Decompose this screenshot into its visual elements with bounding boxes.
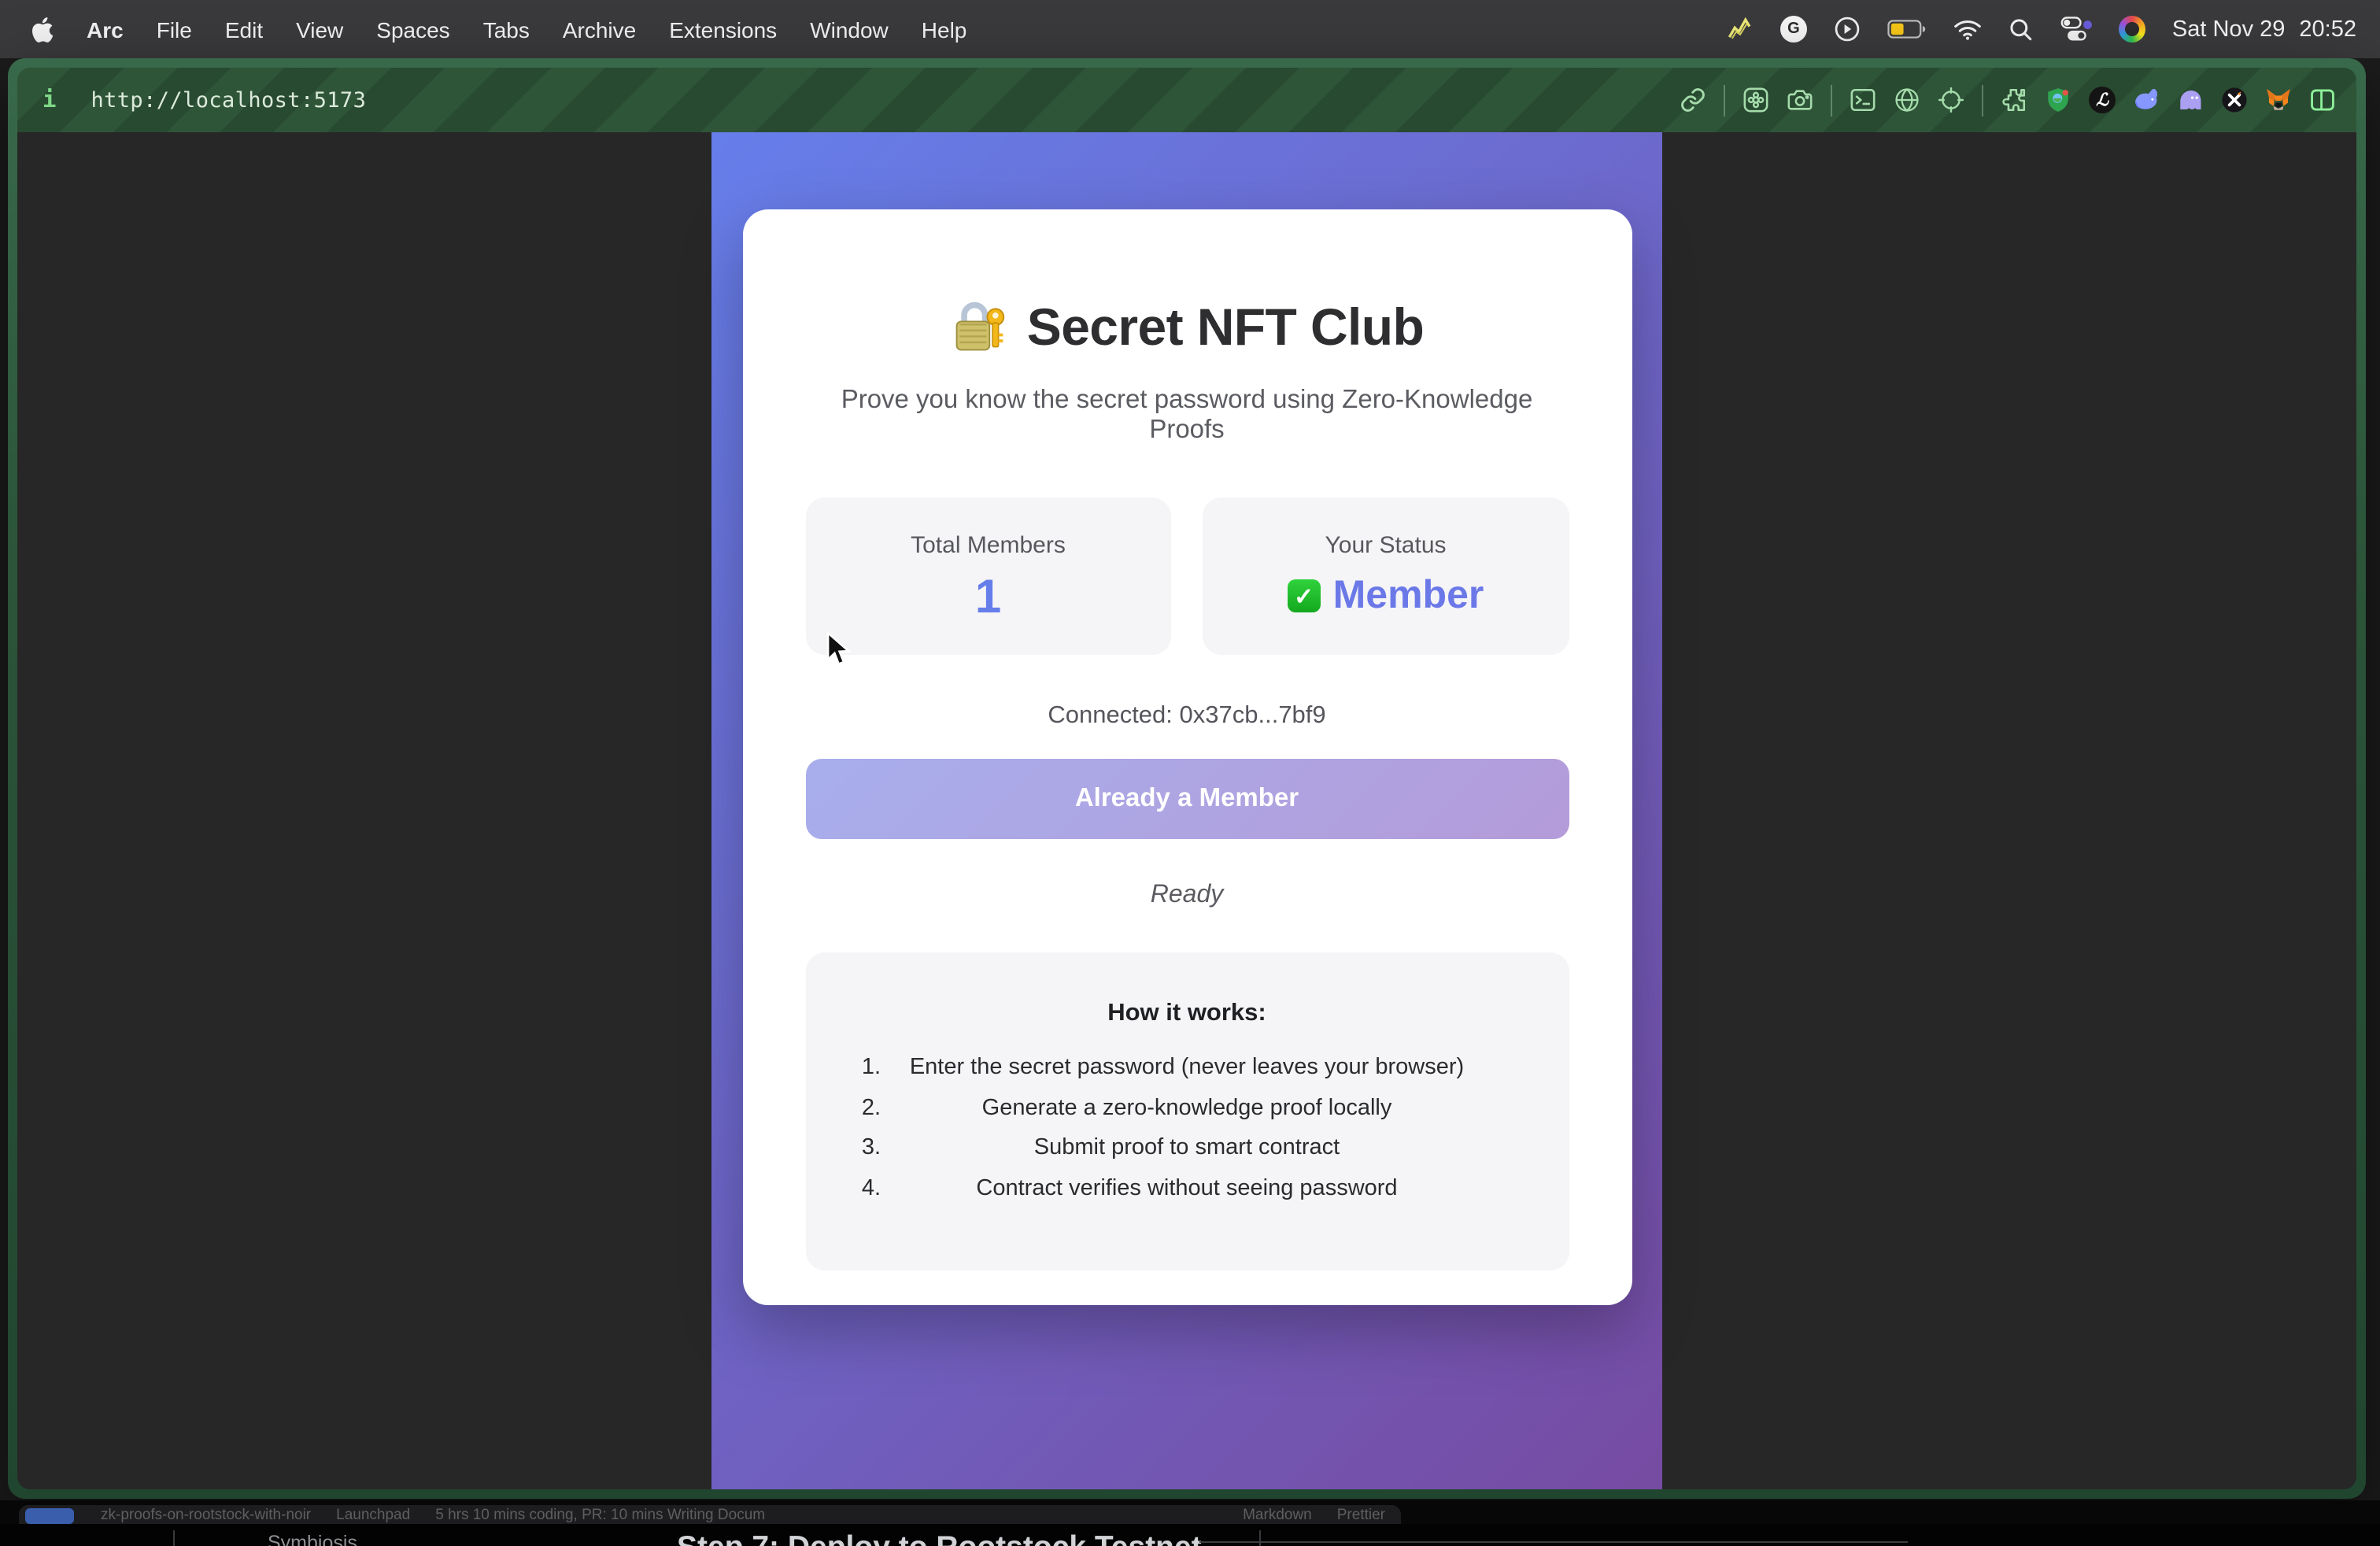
your-status-card: Your Status ✓ Member bbox=[1203, 497, 1569, 655]
menu-bar: Arc File Edit View Spaces Tabs Archive E… bbox=[0, 0, 2380, 58]
editor-titlebar: zk-proofs-on-rootstock-with-noir Launchp… bbox=[19, 1505, 1401, 1524]
address-bar-url[interactable]: http://localhost:5173 bbox=[91, 87, 366, 113]
color-ring-icon[interactable] bbox=[2119, 16, 2145, 43]
menu-item-archive[interactable]: Archive bbox=[563, 17, 636, 42]
menu-item-help[interactable]: Help bbox=[922, 17, 967, 42]
how-step-2: 2. Generate a zero-knowledge proof local… bbox=[805, 1095, 1569, 1135]
formatter-label[interactable]: Prettier bbox=[1337, 1507, 1385, 1524]
how-step-1: 1. Enter the secret password (never leav… bbox=[805, 1055, 1569, 1095]
target-crosshair-icon[interactable] bbox=[1938, 87, 1964, 113]
how-it-works-box: How it works: 1. Enter the secret passwo… bbox=[805, 952, 1569, 1270]
total-members-label: Total Members bbox=[805, 532, 1171, 559]
status-text: Ready bbox=[805, 882, 1569, 910]
launchpad-label[interactable]: Launchpad bbox=[336, 1507, 410, 1524]
split-view-icon[interactable] bbox=[2309, 87, 2336, 113]
webapp-background: Secret NFT Club Prove you know the secre… bbox=[711, 132, 1662, 1489]
screenshot-camera-icon[interactable] bbox=[1787, 87, 1813, 113]
menu-item-extensions[interactable]: Extensions bbox=[669, 17, 777, 42]
menu-item-spaces[interactable]: Spaces bbox=[376, 17, 449, 42]
menu-bar-clock[interactable]: Sat Nov 29 20:52 bbox=[2172, 17, 2356, 42]
phantom-wallet-icon[interactable] bbox=[2177, 87, 2204, 113]
rabby-wallet-icon[interactable] bbox=[2133, 87, 2160, 113]
menu-item-file[interactable]: File bbox=[157, 17, 192, 42]
project-name: zk-proofs-on-rootstock-with-noir bbox=[101, 1507, 311, 1524]
site-info-icon[interactable]: i bbox=[42, 87, 56, 113]
your-status-label: Your Status bbox=[1203, 532, 1569, 559]
sidebar-word: Symbiosis bbox=[268, 1532, 357, 1546]
menu-item-view[interactable]: View bbox=[296, 17, 343, 42]
adguard-shield-icon[interactable] bbox=[2045, 87, 2071, 113]
toolbar-divider bbox=[1724, 84, 1725, 116]
menu-bar-date: Sat Nov 29 bbox=[2172, 17, 2286, 42]
grammarly-icon[interactable]: G bbox=[1780, 16, 1807, 43]
stats-row: Total Members 1 Your Status ✓ Member bbox=[805, 497, 1569, 655]
boost-flower-icon[interactable] bbox=[1743, 87, 1769, 113]
menu-item-arc[interactable]: Arc bbox=[87, 17, 124, 42]
divider bbox=[1259, 1530, 1261, 1546]
doc-heading: Step 7: Deploy to Rootstock Testnet bbox=[677, 1530, 1202, 1546]
apple-menu-icon[interactable] bbox=[30, 15, 54, 43]
background-editor-window: zk-proofs-on-rootstock-with-noir Launchp… bbox=[0, 1500, 2380, 1546]
total-members-card: Total Members 1 bbox=[805, 497, 1171, 655]
menu-item-edit[interactable]: Edit bbox=[225, 17, 263, 42]
how-step-3: 3. Submit proof to smart contract bbox=[805, 1135, 1569, 1175]
page-title-text: Secret NFT Club bbox=[1027, 298, 1424, 357]
already-member-button[interactable]: Already a Member bbox=[805, 759, 1569, 839]
extensions-puzzle-icon[interactable] bbox=[2001, 87, 2027, 113]
remote-indicator[interactable] bbox=[25, 1508, 74, 1524]
checkmark-icon: ✓ bbox=[1288, 579, 1321, 612]
divider bbox=[173, 1530, 175, 1546]
battery-icon[interactable] bbox=[1887, 19, 1927, 39]
total-members-value: 1 bbox=[805, 571, 1171, 625]
window-edge-line bbox=[1199, 1541, 1908, 1543]
browser-content: Secret NFT Club Prove you know the secre… bbox=[17, 132, 2356, 1489]
wifi-icon[interactable] bbox=[1953, 18, 1982, 40]
how-it-works-title: How it works: bbox=[805, 1000, 1569, 1028]
connected-wallet-address: Connected: 0x37cb...7bf9 bbox=[805, 702, 1569, 730]
editor-content-sliver: Symbiosis Step 7: Deploy to Rootstock Te… bbox=[0, 1524, 2380, 1546]
developer-console-icon[interactable] bbox=[1850, 87, 1876, 113]
wakatime-stats: 5 hrs 10 mins coding, PR: 10 mins Writin… bbox=[435, 1507, 765, 1524]
your-status-value: Member bbox=[1333, 573, 1484, 619]
toolbar-divider bbox=[1982, 84, 1983, 116]
nft-club-card: Secret NFT Club Prove you know the secre… bbox=[742, 209, 1632, 1305]
arc-browser-window: i http://localhost:5173 bbox=[8, 58, 2366, 1499]
browser-toolbar: i http://localhost:5173 bbox=[17, 68, 2356, 132]
web-globe-icon[interactable] bbox=[1894, 87, 1920, 113]
control-center-icon[interactable] bbox=[2060, 16, 2092, 43]
lock-key-icon bbox=[950, 299, 1010, 356]
page-title: Secret NFT Club bbox=[805, 298, 1569, 357]
how-step-4: 4. Contract verifies without seeing pass… bbox=[805, 1176, 1569, 1216]
metamask-fox-icon[interactable] bbox=[2265, 87, 2292, 113]
menu-item-tabs[interactable]: Tabs bbox=[483, 17, 530, 42]
playback-icon[interactable] bbox=[1834, 16, 1861, 43]
stocks-icon[interactable] bbox=[1727, 16, 1754, 43]
copy-link-icon[interactable] bbox=[1680, 87, 1706, 113]
toolbar-divider bbox=[1831, 84, 1832, 116]
page-subtitle: Prove you know the secret password using… bbox=[805, 386, 1569, 446]
macos-desktop: Arc File Edit View Spaces Tabs Archive E… bbox=[0, 0, 2380, 1546]
loom-icon[interactable]: ℒ bbox=[2089, 87, 2116, 113]
menu-item-window[interactable]: Window bbox=[810, 17, 889, 42]
okx-wallet-icon[interactable] bbox=[2221, 87, 2248, 113]
spotlight-search-icon[interactable] bbox=[2009, 17, 2034, 42]
menu-bar-time: 20:52 bbox=[2299, 17, 2356, 42]
mouse-cursor bbox=[825, 631, 852, 669]
language-mode[interactable]: Markdown bbox=[1243, 1507, 1312, 1524]
